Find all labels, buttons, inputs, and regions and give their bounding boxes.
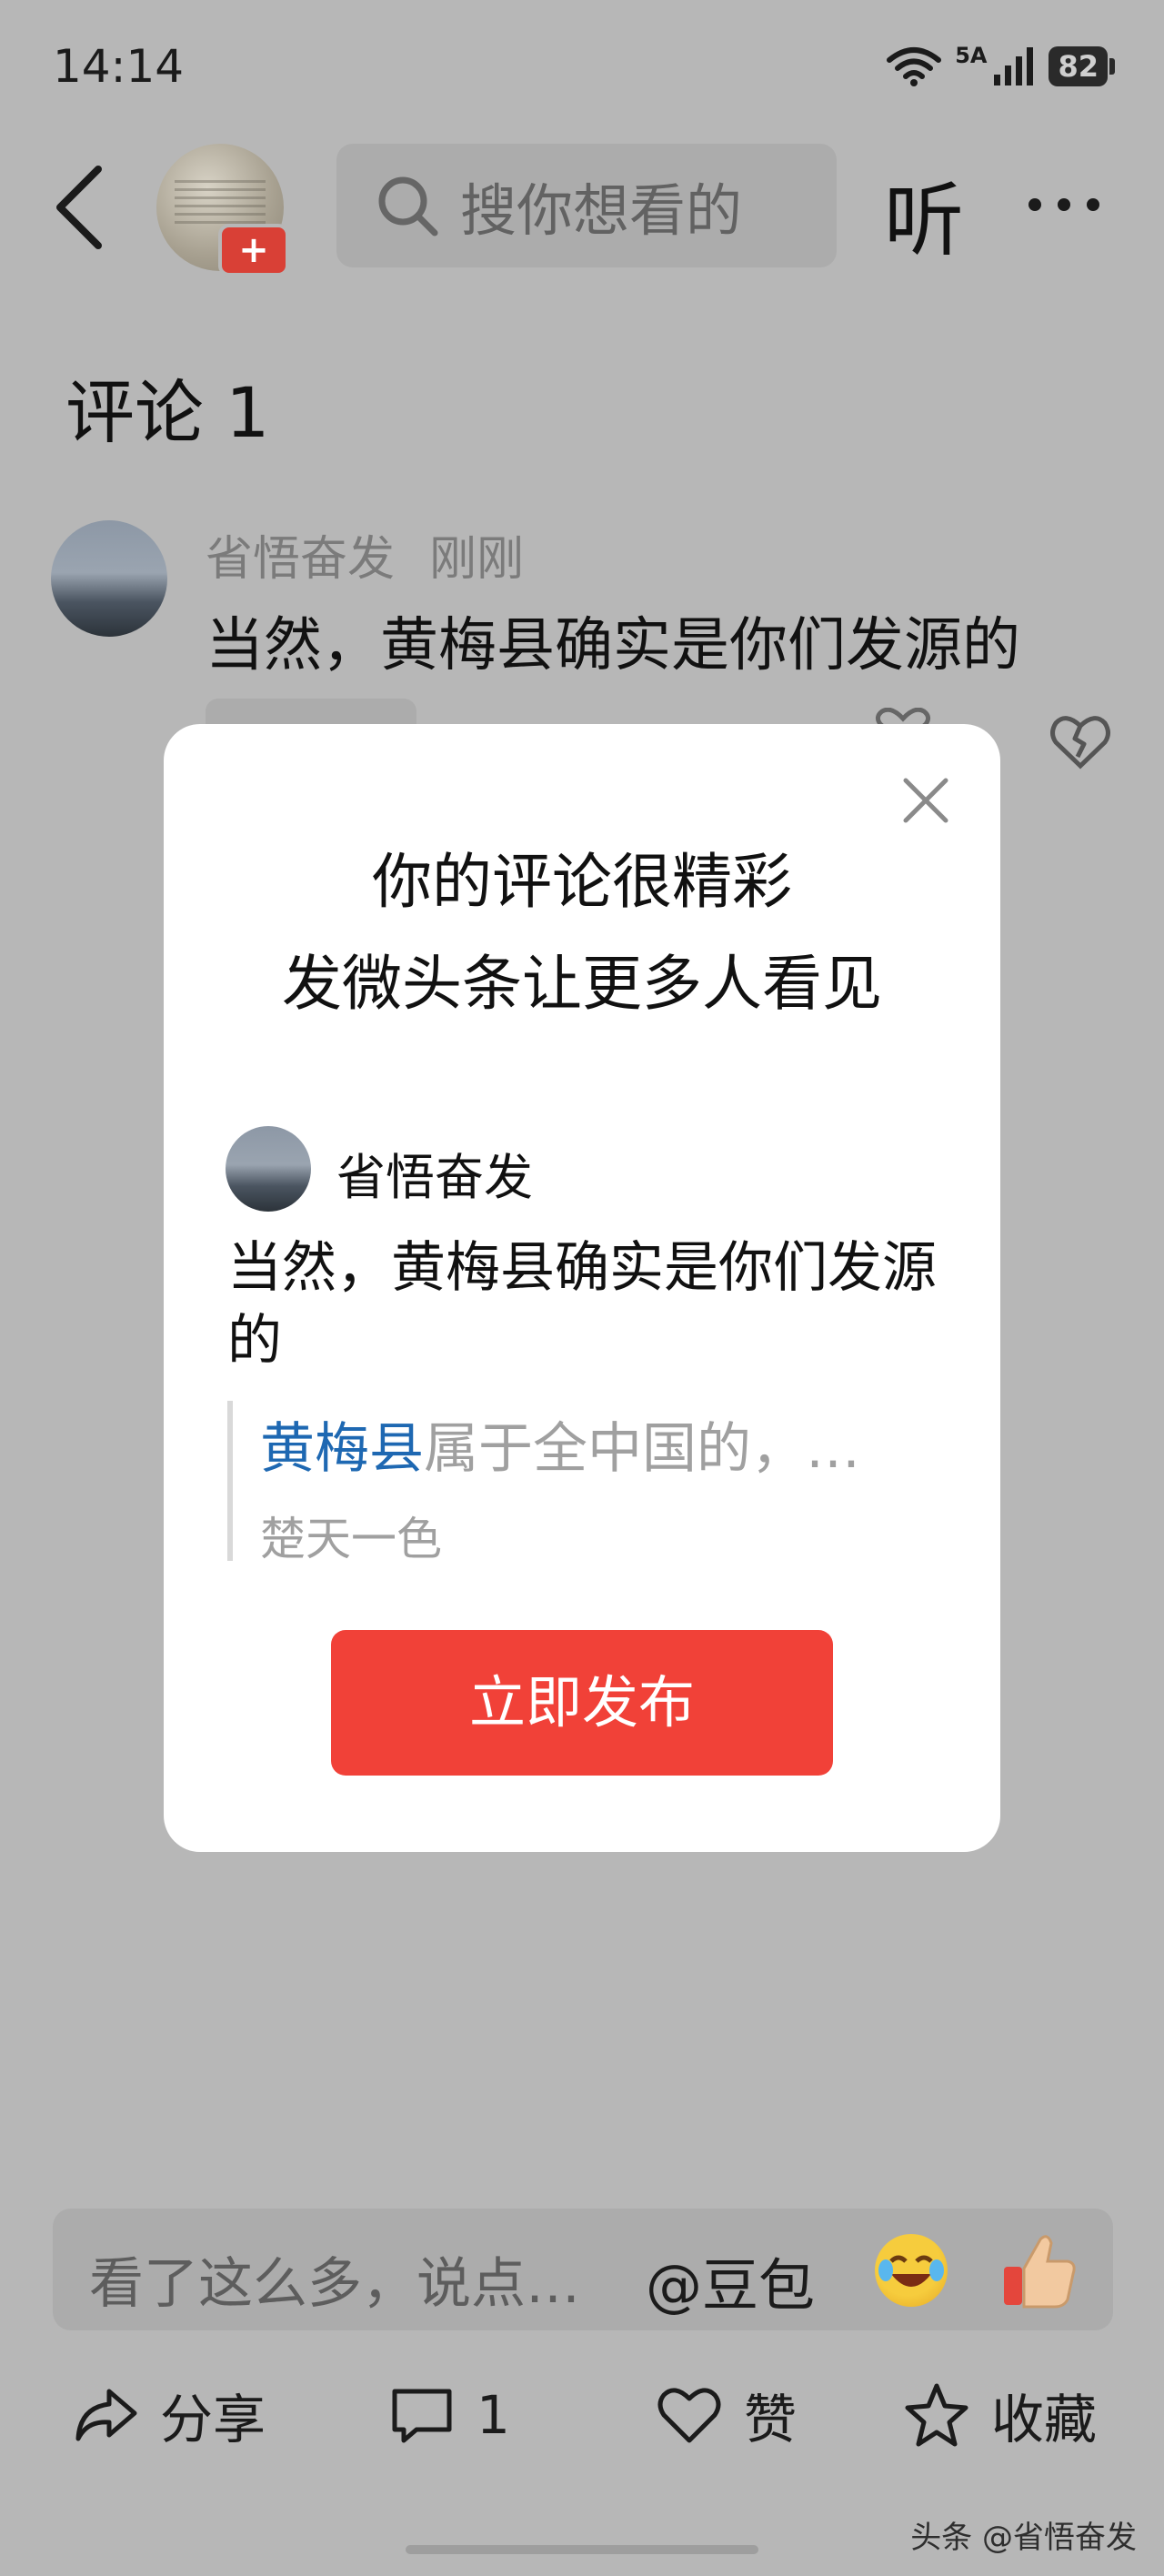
wifi-icon — [887, 47, 942, 86]
thumbs-up-emoji-icon[interactable] — [998, 2229, 1077, 2310]
comment-username[interactable]: 省悟奋发 — [206, 520, 395, 589]
laugh-emoji-icon[interactable] — [875, 2234, 948, 2307]
quote-rest: 属于全中国的，… — [424, 1417, 860, 1481]
like-label: 赞 — [744, 2389, 798, 2450]
card-text: 当然，黄梅县确实是你们发源的 — [227, 1236, 937, 1373]
favorite-label: 收藏 — [991, 2389, 1098, 2450]
close-icon[interactable] — [900, 775, 951, 826]
commenter-avatar[interactable] — [51, 520, 167, 637]
modal-title-line2: 发微头条让更多人看见 — [282, 949, 882, 1019]
star-icon — [905, 2383, 968, 2447]
heart-icon — [657, 2388, 721, 2443]
favorite-button[interactable]: 收藏 — [902, 2374, 1097, 2456]
card-username: 省悟奋发 — [336, 1149, 533, 1206]
network-label: 5A — [955, 43, 988, 68]
share-button[interactable]: 分享 — [71, 2374, 266, 2456]
battery-tip — [1109, 58, 1115, 75]
card-avatar — [226, 1126, 311, 1212]
comment-input-placeholder: 看了这么多，说点… — [89, 2252, 580, 2316]
quote-bar — [227, 1401, 233, 1561]
modal-title-line1: 你的评论很精彩 — [372, 847, 792, 917]
comment-time: 刚刚 — [429, 532, 525, 587]
battery-icon: 82 — [1049, 46, 1108, 86]
quote-highlight: 黄梅县 — [260, 1417, 424, 1481]
search-input[interactable]: 搜你想看的 — [336, 144, 837, 267]
comment-count: 1 — [477, 2384, 510, 2446]
home-indicator[interactable] — [406, 2545, 758, 2554]
mention-button[interactable]: @豆包 — [646, 2239, 815, 2321]
follow-plus-icon[interactable]: + — [218, 224, 289, 277]
status-time: 14:14 — [53, 40, 185, 93]
comment-icon — [392, 2389, 452, 2443]
comment-button[interactable]: 1 — [387, 2374, 510, 2456]
quote-author: 楚天一色 — [260, 1513, 442, 1565]
publish-button[interactable]: 立即发布 — [331, 1630, 833, 1776]
signal-icon — [994, 47, 1034, 86]
search-placeholder: 搜你想看的 — [460, 177, 743, 244]
back-icon[interactable] — [47, 162, 111, 253]
comment-text: 当然，黄梅县确实是你们发源的 — [206, 612, 1020, 679]
like-button[interactable]: 赞 — [655, 2374, 797, 2456]
status-icons: 5A 82 — [886, 43, 1115, 87]
dislike-icon[interactable] — [1048, 708, 1113, 773]
comments-title: 评论 1 — [65, 372, 270, 453]
quote-line: 黄梅县属于全中国的，… — [260, 1404, 860, 1484]
listen-button[interactable]: 听 — [884, 156, 964, 272]
search-icon — [378, 176, 438, 236]
share-label: 分享 — [160, 2389, 266, 2450]
share-icon — [75, 2389, 137, 2441]
watermark: 头条 @省悟奋发 — [910, 2520, 1137, 2556]
more-icon[interactable] — [1026, 193, 1102, 216]
